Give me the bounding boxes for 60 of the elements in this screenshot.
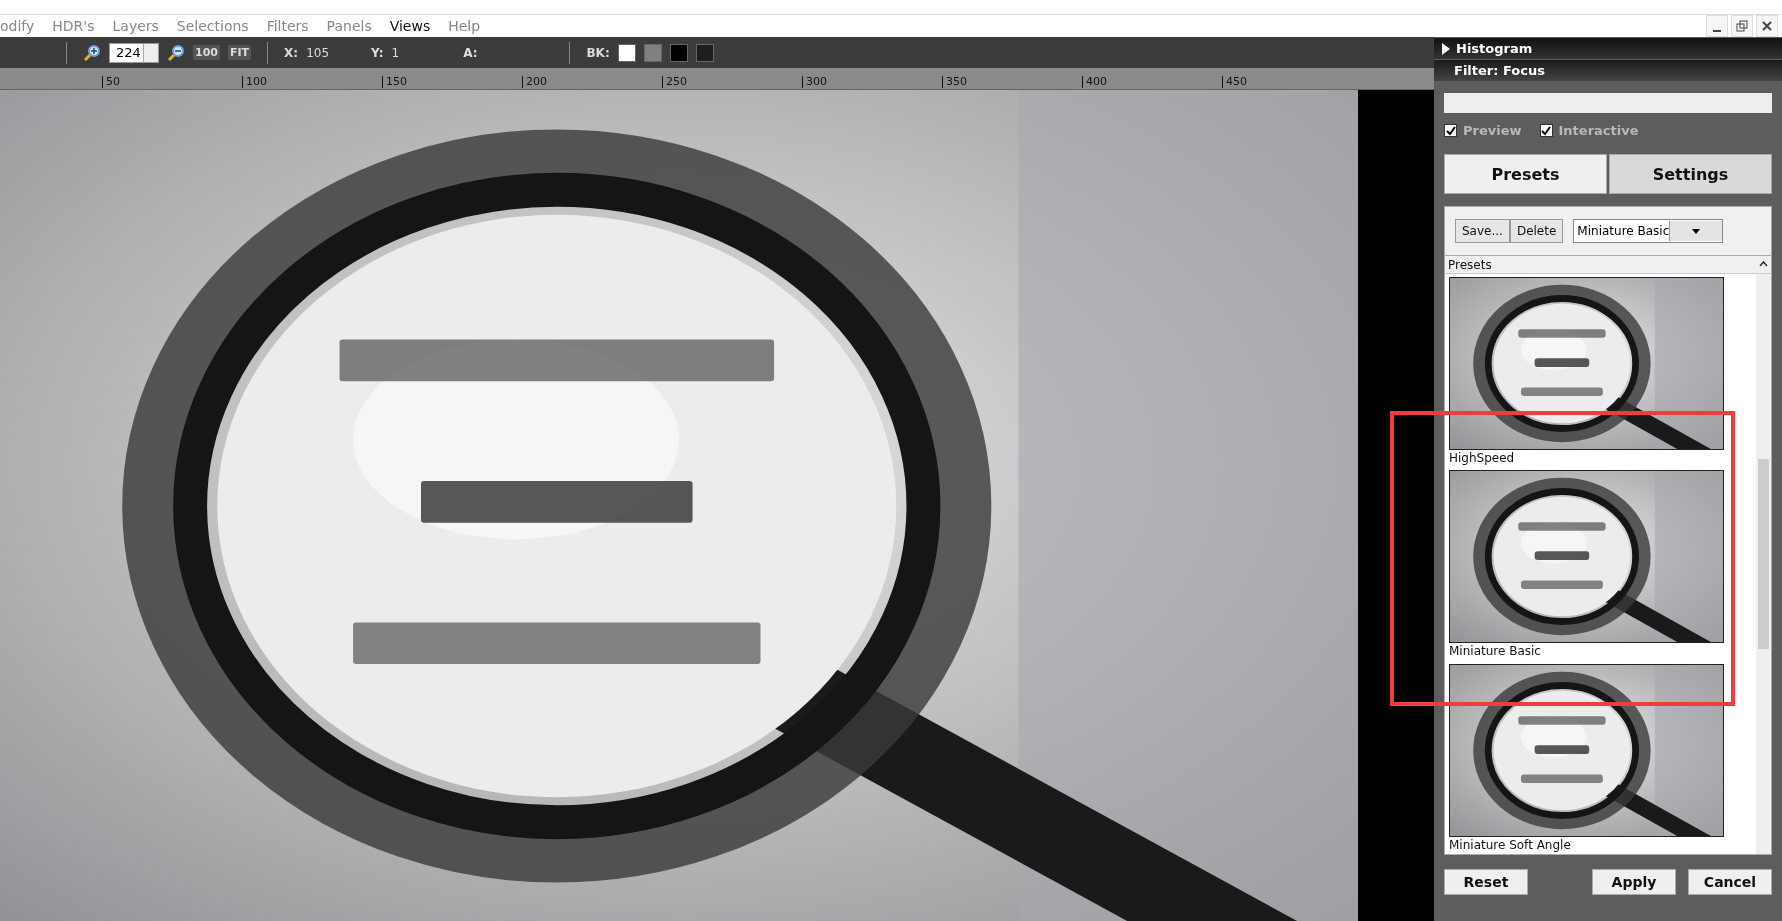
- zoom-100-button[interactable]: 100: [193, 45, 220, 61]
- zoom-out-icon[interactable]: [167, 43, 185, 62]
- menu-item[interactable]: odify: [0, 18, 44, 34]
- delete-button[interactable]: Delete: [1509, 219, 1564, 243]
- minimize-icon: [1713, 30, 1721, 32]
- zoom-fit-button[interactable]: FIT: [227, 45, 252, 61]
- zoom-in-icon[interactable]: [83, 43, 101, 62]
- x-label: X:: [284, 45, 299, 60]
- panel-header[interactable]: Histogram: [1434, 38, 1782, 59]
- menu-item[interactable]: HDR's: [43, 18, 104, 34]
- ruler-label: 100: [242, 76, 267, 88]
- ruler-label: 300: [802, 76, 827, 88]
- text-field[interactable]: [1444, 93, 1772, 113]
- x-value: 105: [306, 45, 330, 60]
- reset-button[interactable]: Reset: [1444, 869, 1528, 895]
- tab[interactable]: Settings: [1609, 154, 1772, 194]
- tab[interactable]: Presets: [1444, 154, 1607, 194]
- ruler-label: 50: [102, 76, 120, 88]
- expand-arrow-icon[interactable]: [1442, 42, 1450, 55]
- y-label: Y:: [371, 45, 384, 60]
- menu-item[interactable]: Views: [380, 18, 440, 34]
- checkbox[interactable]: [1444, 124, 1457, 137]
- restore-button[interactable]: [1731, 15, 1753, 37]
- ruler-label: 200: [522, 76, 547, 88]
- background-swatch[interactable]: [643, 43, 662, 62]
- cancel-button[interactable]: Cancel: [1688, 869, 1772, 895]
- ruler-label: 250: [662, 76, 687, 88]
- scrollbar-thumb[interactable]: [1758, 459, 1769, 649]
- list-header: Presets: [1448, 257, 1493, 272]
- y-value: 1: [391, 45, 400, 60]
- checkbox[interactable]: [1539, 124, 1553, 137]
- menu-item[interactable]: Layers: [103, 18, 168, 34]
- menu-item[interactable]: Panels: [317, 18, 381, 34]
- close-icon: [1762, 21, 1772, 31]
- ruler-label: 450: [1222, 76, 1247, 88]
- preset-label[interactable]: Miniature Soft Angle: [1449, 836, 1756, 854]
- zoom-field[interactable]: 224: [109, 42, 159, 63]
- preset-label[interactable]: HighSpeed: [1449, 450, 1756, 468]
- menu-item[interactable]: Filters: [257, 18, 318, 34]
- checkmark-icon: [1541, 125, 1551, 136]
- preset-label[interactable]: Miniature Basic: [1449, 643, 1756, 661]
- background-swatch[interactable]: [617, 43, 636, 62]
- checkmark-icon: [1445, 125, 1456, 136]
- ruler-label: 350: [942, 76, 967, 88]
- close-button[interactable]: [1756, 15, 1778, 37]
- background-swatch[interactable]: [695, 43, 714, 62]
- minimize-button[interactable]: [1706, 15, 1728, 37]
- restore-icon: [1736, 20, 1748, 32]
- alpha-label: A:: [463, 45, 478, 60]
- ruler-label: 150: [382, 76, 407, 88]
- save-button[interactable]: Save...: [1455, 219, 1510, 243]
- background-label: BK:: [586, 45, 610, 60]
- apply-button[interactable]: Apply: [1592, 869, 1676, 895]
- preset-dropdown[interactable]: Miniature Basic: [1573, 219, 1724, 243]
- panel-header: Filter: Focus: [1434, 60, 1782, 81]
- dropdown-arrow-icon[interactable]: [1692, 228, 1701, 234]
- menu-item[interactable]: Selections: [167, 18, 258, 34]
- ruler-label: 400: [1082, 76, 1107, 88]
- menu-item[interactable]: Help: [439, 18, 490, 34]
- background-swatch[interactable]: [669, 43, 688, 62]
